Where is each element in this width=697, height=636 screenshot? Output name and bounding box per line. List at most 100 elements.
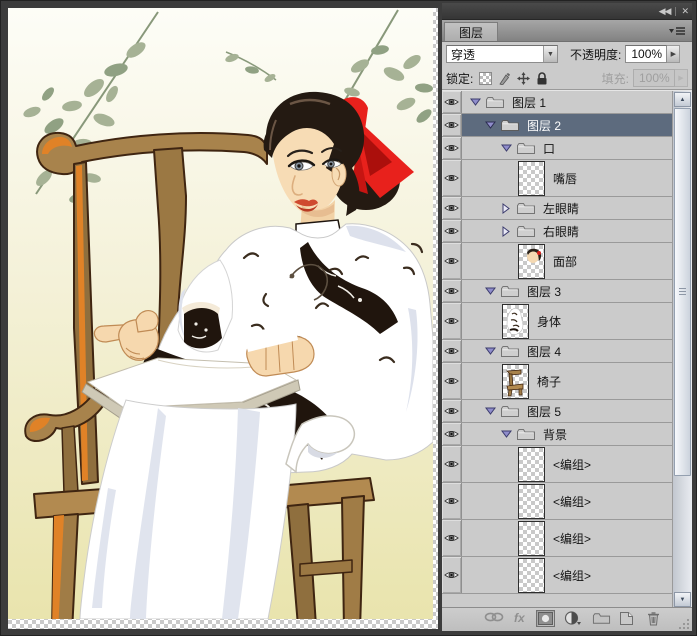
eye-icon	[444, 287, 459, 295]
lock-all-button[interactable]	[535, 71, 549, 85]
layer-label: 图层 1	[512, 95, 547, 110]
expand-toggle[interactable]	[500, 142, 512, 154]
expand-toggle-collapsed[interactable]	[500, 225, 512, 237]
blend-mode-select[interactable]: 穿透 ▼	[446, 45, 558, 63]
layer-label: <编组>	[553, 568, 592, 583]
brush-icon	[499, 72, 510, 85]
layer-row[interactable]: <编组>	[442, 520, 692, 557]
layer-row[interactable]: 左眼睛	[442, 197, 692, 220]
face-thumbnail-art	[527, 248, 542, 263]
lock-paint-button[interactable]	[497, 71, 511, 85]
panel-resize-grip[interactable]	[678, 617, 690, 629]
canvas-area[interactable]	[8, 8, 438, 629]
visibility-toggle[interactable]	[442, 363, 462, 399]
layer-row[interactable]: <编组>	[442, 483, 692, 520]
eye-icon	[444, 534, 459, 542]
collapse-panels-button[interactable]: ◀◀	[659, 6, 672, 17]
transparency-checker-icon	[478, 71, 492, 85]
close-panel-button[interactable]: ✕	[681, 6, 688, 17]
expand-toggle[interactable]	[469, 96, 481, 108]
layer-label: 口	[543, 141, 556, 156]
layer-row[interactable]: <编组>	[442, 557, 692, 594]
visibility-toggle[interactable]	[442, 557, 462, 593]
layer-thumbnail[interactable]	[502, 363, 529, 399]
layer-row-selected[interactable]: 图层 2	[442, 114, 692, 137]
scrollbar-thumb[interactable]	[674, 108, 691, 476]
expand-toggle[interactable]	[484, 285, 496, 297]
visibility-toggle[interactable]	[442, 400, 462, 422]
trash-icon	[648, 612, 659, 626]
eye-icon	[444, 497, 459, 505]
layer-row[interactable]: 身体	[442, 303, 692, 340]
layer-row[interactable]: <编组>	[442, 446, 692, 483]
layer-row[interactable]: 嘴唇	[442, 160, 692, 197]
artwork-illustration	[8, 8, 433, 619]
layer-label: 图层 3	[527, 284, 562, 299]
link-layers-button[interactable]	[484, 611, 504, 623]
visibility-toggle[interactable]	[442, 243, 462, 279]
layer-row[interactable]: 图层 5	[442, 400, 692, 423]
visibility-toggle[interactable]	[442, 340, 462, 362]
eye-icon	[444, 98, 459, 106]
new-layer-button[interactable]	[619, 611, 634, 626]
visibility-toggle[interactable]	[442, 160, 462, 196]
visibility-toggle[interactable]	[442, 446, 462, 482]
scroll-up-button[interactable]: ▲	[674, 92, 691, 107]
layer-row[interactable]: 背景	[442, 423, 692, 446]
layer-row[interactable]: 右眼睛	[442, 220, 692, 243]
add-layer-mask-button[interactable]	[536, 610, 555, 627]
adjustment-layer-button[interactable]	[564, 611, 582, 626]
visibility-toggle[interactable]	[442, 197, 462, 219]
layer-thumbnail[interactable]	[518, 243, 545, 279]
eye-icon	[444, 204, 459, 212]
lock-transparency-button[interactable]	[478, 71, 492, 85]
visibility-toggle[interactable]	[442, 137, 462, 159]
layer-row[interactable]: 椅子	[442, 363, 692, 400]
layer-label: <编组>	[553, 457, 592, 472]
layer-style-button[interactable]: fx	[514, 611, 525, 625]
chevron-down-icon[interactable]: ▼	[543, 46, 557, 62]
visibility-toggle[interactable]	[442, 220, 462, 242]
visibility-toggle[interactable]	[442, 114, 462, 136]
expand-toggle[interactable]	[500, 428, 512, 440]
layer-row[interactable]: 口	[442, 137, 692, 160]
layer-thumbnail[interactable]	[518, 557, 545, 593]
eye-icon	[444, 377, 459, 385]
layer-row[interactable]: 图层 4	[442, 340, 692, 363]
new-group-button[interactable]	[592, 611, 611, 625]
layer-row[interactable]: 面部	[442, 243, 692, 280]
lock-position-button[interactable]	[516, 71, 530, 85]
visibility-toggle[interactable]	[442, 280, 462, 302]
layer-thumbnail[interactable]	[502, 303, 529, 339]
visibility-toggle[interactable]	[442, 303, 462, 339]
panel-menu-button[interactable]	[668, 25, 686, 37]
layer-row[interactable]: 图层 3	[442, 280, 692, 303]
layer-label: 嘴唇	[553, 171, 578, 186]
visibility-toggle[interactable]	[442, 520, 462, 556]
scroll-down-button[interactable]: ▼	[674, 592, 691, 607]
expand-toggle[interactable]	[484, 345, 496, 357]
layer-row[interactable]: 图层 1	[442, 91, 692, 114]
layer-label: <编组>	[553, 494, 592, 509]
expand-toggle[interactable]	[484, 119, 496, 131]
visibility-toggle[interactable]	[442, 423, 462, 445]
layer-thumbnail[interactable]	[518, 446, 545, 482]
adjustment-icon	[564, 611, 581, 625]
new-layer-icon	[620, 612, 633, 625]
expand-toggle[interactable]	[484, 405, 496, 417]
new-group-icon	[592, 613, 611, 624]
fill-input: 100%	[633, 69, 675, 87]
layer-thumbnail[interactable]	[518, 483, 545, 519]
opacity-input[interactable]: 100%	[625, 45, 668, 63]
visibility-toggle[interactable]	[442, 483, 462, 519]
eye-icon	[444, 174, 459, 182]
layer-thumbnail[interactable]	[518, 160, 545, 196]
tab-layers[interactable]: 图层	[444, 22, 498, 41]
visibility-toggle[interactable]	[442, 91, 462, 113]
folder-icon	[516, 201, 536, 215]
expand-toggle-collapsed[interactable]	[500, 202, 512, 214]
opacity-arrow-button[interactable]: ▶	[667, 45, 681, 63]
layer-thumbnail[interactable]	[518, 520, 545, 556]
delete-layer-button[interactable]	[647, 611, 660, 626]
folder-icon	[485, 95, 505, 109]
